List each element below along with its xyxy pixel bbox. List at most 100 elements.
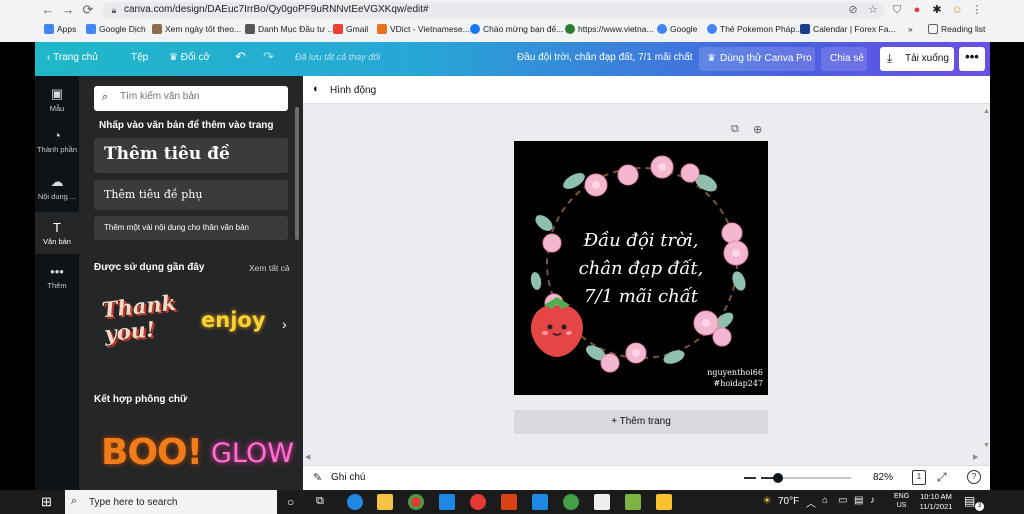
- scroll-up-icon[interactable]: ▲: [983, 108, 990, 115]
- adblock-icon[interactable]: ●: [910, 3, 924, 17]
- notification-icon[interactable]: ▤: [964, 494, 975, 508]
- duplicate-page-icon[interactable]: ⧉: [731, 123, 739, 136]
- recent-item-enjoy[interactable]: enjoy: [201, 308, 281, 348]
- weather-temp[interactable]: 70°F: [778, 496, 799, 507]
- scroll-down-icon[interactable]: ▼: [983, 442, 990, 449]
- clock[interactable]: 10:10 AM 11/1/2021: [918, 492, 954, 512]
- document-title[interactable]: Đầu đội trời, chân đạp đất, 7/1 mãi chất: [517, 52, 693, 63]
- windows-start-icon[interactable]: ⊞: [41, 495, 52, 509]
- notes-button[interactable]: Ghi chú: [331, 472, 365, 483]
- back-icon[interactable]: ←: [40, 3, 56, 17]
- scroll-left-icon[interactable]: ◀: [305, 453, 310, 461]
- bookmark-item[interactable]: Danh Mục Đầu tư ...: [245, 24, 335, 34]
- bookmark-apps[interactable]: Apps: [44, 24, 76, 34]
- rail-item-uploads[interactable]: ☁ Nội dung ...: [35, 174, 79, 206]
- zoom-slider-handle[interactable]: [772, 473, 783, 483]
- dropbox-icon[interactable]: [439, 494, 455, 510]
- zoom-percentage[interactable]: 82%: [873, 472, 893, 483]
- combo-item-boo[interactable]: BOO!: [101, 432, 203, 482]
- forward-icon[interactable]: →: [60, 3, 76, 17]
- hide-icon[interactable]: ⊘: [846, 3, 860, 17]
- star-icon[interactable]: ☆: [866, 3, 880, 17]
- design-signature[interactable]: nguyenthoi66 #hoidap247: [707, 367, 763, 389]
- taskbar-search[interactable]: ⌕ Type here to search: [65, 490, 277, 514]
- file-menu[interactable]: Tệp: [131, 52, 148, 63]
- panel-scrollbar[interactable]: [295, 107, 299, 240]
- search-box[interactable]: ⌕: [94, 86, 288, 111]
- combo-item-glow[interactable]: GLOW: [211, 438, 294, 478]
- chevron-left-icon: ‹: [47, 52, 51, 63]
- chrome-icon[interactable]: [563, 494, 579, 510]
- weather-icon[interactable]: ☀: [762, 494, 772, 507]
- battery-icon[interactable]: ▭: [838, 495, 847, 506]
- address-bar[interactable]: 🔒︎ canva.com/design/DAEuc7IrrBo/Qy0goPF9…: [102, 2, 884, 19]
- zoom-slider[interactable]: [761, 473, 851, 483]
- chrome-icon[interactable]: [408, 494, 424, 510]
- cortana-icon[interactable]: ○: [287, 495, 294, 509]
- reading-list[interactable]: Reading list: [928, 24, 985, 34]
- browser-toolbar: ← → ⟳ 🔒︎ canva.com/design/DAEuc7IrrBo/Qy…: [0, 0, 1024, 42]
- see-all-link[interactable]: Xem tất cả: [249, 263, 290, 273]
- edge-icon[interactable]: [347, 494, 363, 510]
- bookmark-item[interactable]: VDict - Vietnamese...: [377, 24, 470, 34]
- google-icon: [707, 24, 717, 34]
- chevron-up-icon[interactable]: ︿: [806, 495, 816, 510]
- try-pro-button[interactable]: ♛ Dùng thử Canva Pro: [699, 47, 815, 71]
- rail-item-elements[interactable]: ◔ Thành phần: [35, 128, 79, 160]
- zoom-out-icon[interactable]: [744, 477, 756, 479]
- bookmark-item[interactable]: Xem ngày tốt theo...: [152, 24, 241, 34]
- page-number[interactable]: 1: [912, 470, 926, 485]
- rail-item-text[interactable]: T Văn bản: [35, 212, 79, 254]
- editor-toolbar: ◐ Hình động: [303, 76, 990, 104]
- bookmark-item[interactable]: Google: [657, 24, 697, 34]
- add-page-button[interactable]: + Thêm trang: [514, 410, 768, 434]
- recent-item-thank-you[interactable]: Thank you!: [99, 288, 183, 358]
- animate-button[interactable]: Hình động: [330, 85, 376, 96]
- help-icon[interactable]: ?: [967, 470, 981, 484]
- task-view-icon[interactable]: ⧉: [316, 495, 324, 508]
- menu-icon[interactable]: ⋮: [970, 3, 984, 17]
- extensions-icon[interactable]: ✱: [930, 3, 944, 17]
- bookmark-item[interactable]: Thẻ Pokemon Pháp...: [707, 24, 802, 34]
- bookmark-item[interactable]: Calendar | Forex Fa...: [800, 24, 896, 34]
- scroll-right-icon[interactable]: ▶: [973, 453, 978, 461]
- mail-icon[interactable]: [532, 494, 548, 510]
- photos-icon[interactable]: [625, 494, 641, 510]
- bookmark-item[interactable]: Chào mừng bạn đế...: [470, 24, 563, 34]
- design-page[interactable]: Đầu đội trời, chân đạp đất, 7/1 mãi chất…: [514, 141, 768, 395]
- add-body-text-button[interactable]: Thêm một vài nội dung cho thân văn bản: [94, 216, 288, 240]
- search-input[interactable]: [120, 91, 280, 102]
- rail-item-templates[interactable]: ▣ Mẫu: [35, 86, 79, 118]
- rail-item-more[interactable]: ••• Thêm: [35, 264, 79, 296]
- snip-icon[interactable]: [594, 494, 610, 510]
- home-button[interactable]: ‹ Trang chủ: [47, 52, 98, 63]
- more-options-button[interactable]: •••: [959, 47, 985, 71]
- network-icon[interactable]: ⌂: [822, 495, 828, 506]
- bookmark-item[interactable]: https://www.vietna...: [565, 24, 654, 34]
- bookmarks-overflow[interactable]: »: [908, 24, 913, 34]
- add-subheading-button[interactable]: Thêm tiêu đề phụ: [94, 180, 288, 210]
- app-icon[interactable]: [470, 494, 486, 510]
- design-text[interactable]: Đầu đội trời, chân đạp đất, 7/1 mãi chất: [566, 227, 716, 311]
- fullscreen-icon[interactable]: ⤢: [937, 470, 947, 485]
- reload-icon[interactable]: ⟳: [80, 3, 96, 17]
- undo-icon[interactable]: ↶: [235, 49, 246, 65]
- shield-icon[interactable]: ⛉: [890, 3, 904, 17]
- share-button[interactable]: Chia sẻ: [821, 47, 867, 71]
- bookmark-item[interactable]: Google Dịch: [86, 24, 146, 34]
- add-page-icon[interactable]: ⊕: [753, 123, 762, 136]
- display-icon[interactable]: ▤: [854, 495, 863, 506]
- add-heading-button[interactable]: Thêm tiêu đề: [94, 138, 288, 173]
- bookmark-item[interactable]: Gmail: [333, 24, 368, 34]
- resize-button[interactable]: ♛ Đổi cỡ: [169, 52, 210, 63]
- bookmark-favicon-icon: [800, 24, 810, 34]
- app-icon[interactable]: [656, 494, 672, 510]
- profile-icon[interactable]: ☺: [950, 3, 964, 17]
- chevron-right-icon[interactable]: ›: [282, 316, 287, 332]
- language-indicator[interactable]: ENG US: [894, 492, 909, 510]
- office-icon[interactable]: [501, 494, 517, 510]
- download-button[interactable]: ⤓ Tải xuống: [880, 47, 954, 71]
- volume-icon[interactable]: ♪: [870, 495, 875, 506]
- redo-icon[interactable]: ↷: [263, 49, 274, 65]
- file-explorer-icon[interactable]: [377, 494, 393, 510]
